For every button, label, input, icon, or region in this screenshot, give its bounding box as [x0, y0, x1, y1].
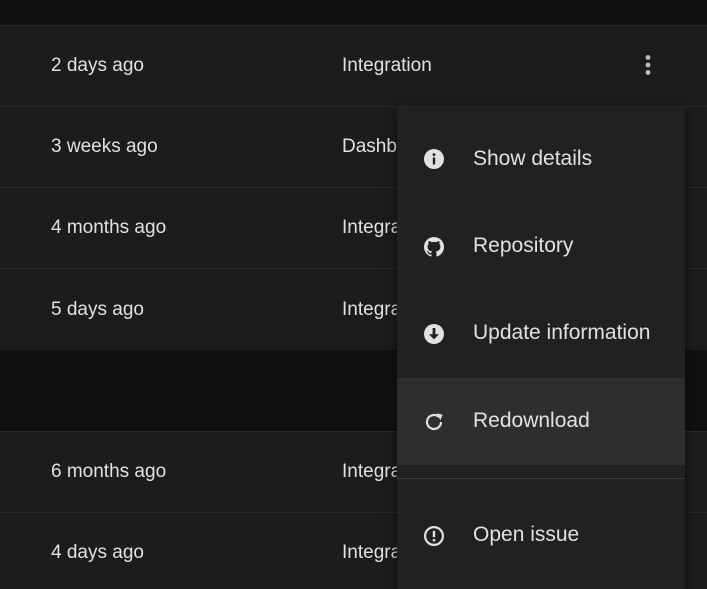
menu-item-label: Open issue [473, 523, 580, 546]
menu-item-update-information[interactable]: Update information [397, 290, 685, 377]
category-cell: Integra [342, 461, 402, 482]
more-vertical-icon [645, 55, 651, 75]
menu-item-label: Repository [473, 234, 574, 257]
menu-item-repository[interactable]: Repository [397, 203, 685, 290]
download-circle-icon [424, 324, 444, 344]
menu-divider [397, 478, 685, 479]
last-updated-cell: 4 days ago [51, 542, 144, 563]
info-icon [424, 149, 444, 169]
last-updated-cell: 2 days ago [51, 55, 144, 76]
menu-item-label: Show details [473, 147, 593, 170]
menu-item-redownload[interactable]: Redownload [397, 378, 685, 465]
category-cell: Integra [342, 217, 402, 238]
overflow-menu-button[interactable] [632, 49, 664, 81]
category-cell: Integration [342, 55, 432, 76]
menu-item-open-issue[interactable]: Open issue [397, 492, 685, 579]
last-updated-cell: 4 months ago [51, 217, 167, 238]
menu-item-label: Update information [473, 321, 651, 344]
menu-item-show-details[interactable]: Show details [397, 116, 685, 203]
table-row[interactable]: 2 days ago Integration [0, 25, 707, 106]
page: 2 days ago Integration 3 weeks ago Dashb… [0, 0, 707, 589]
table-header-strip [0, 0, 707, 25]
category-cell: Integra [342, 542, 402, 563]
last-updated-cell: 6 months ago [51, 461, 167, 482]
last-updated-cell: 3 weeks ago [51, 136, 158, 157]
refresh-icon [425, 413, 443, 431]
category-cell: Integra [342, 299, 402, 320]
menu-item-label: Redownload [473, 409, 590, 432]
alert-circle-icon [424, 526, 444, 546]
github-icon [424, 237, 444, 257]
last-updated-cell: 5 days ago [51, 299, 144, 320]
overflow-menu: Show details Repository Update informati… [397, 105, 685, 589]
